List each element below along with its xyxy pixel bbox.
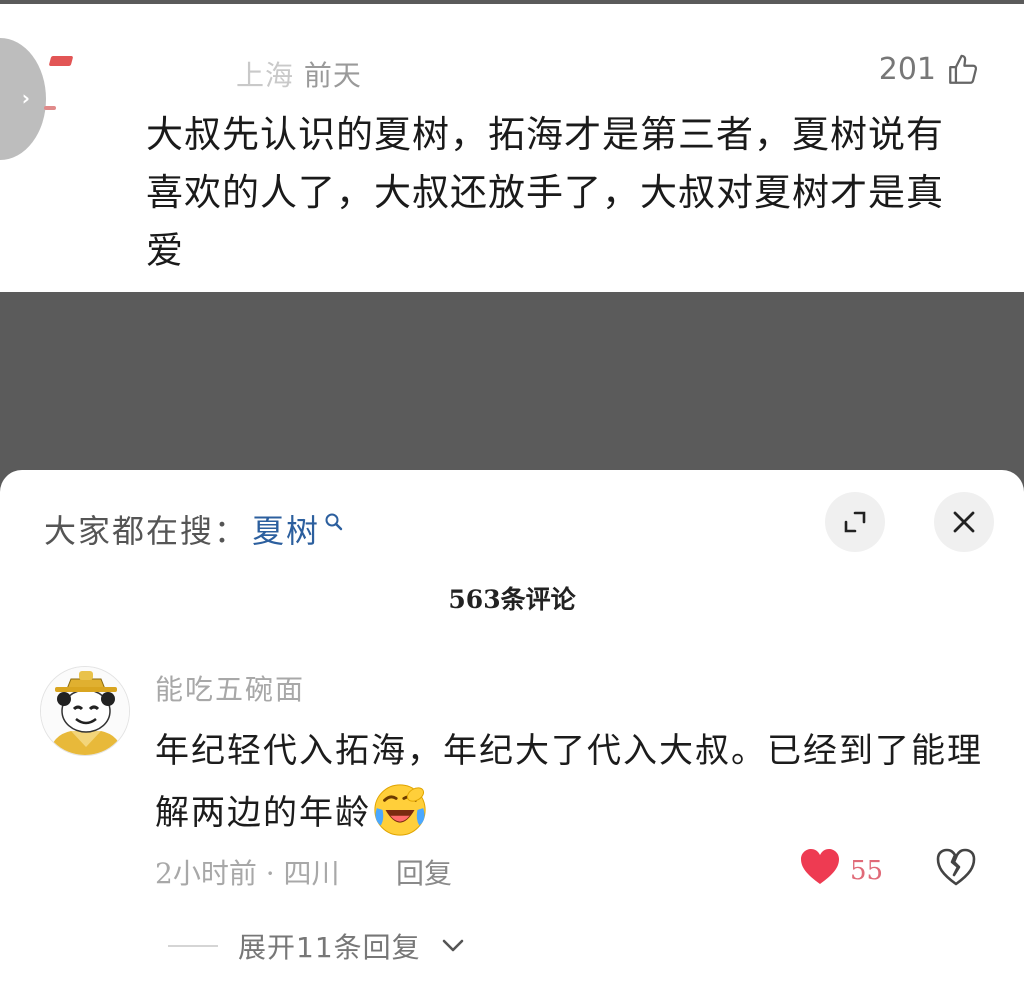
- laughing-crying-emoji-icon: [374, 783, 426, 836]
- search-suggestion-prefix: 大家都在搜：: [44, 512, 249, 550]
- page: › 上海 前天 201 大叔先认识的夏树，拓海才是第三者，夏树说有喜欢的人了，大…: [0, 0, 1024, 1002]
- close-icon: [953, 511, 975, 533]
- side-nav-button[interactable]: ›: [0, 38, 46, 160]
- search-suggestion[interactable]: 大家都在搜： 夏树: [44, 506, 344, 552]
- heart-icon[interactable]: [800, 848, 840, 886]
- quoted-comment-text: 大叔先认识的夏树，拓海才是第三者，夏树说有喜欢的人了，大叔还放手了，大叔对夏树才…: [146, 113, 944, 272]
- search-icon: [325, 513, 343, 531]
- close-button[interactable]: [934, 492, 994, 552]
- quoted-location: 上海: [236, 59, 295, 92]
- chevron-right-icon: ›: [21, 86, 30, 110]
- chevron-down-icon: [442, 939, 463, 952]
- divider: [168, 945, 218, 947]
- quoted-like-button[interactable]: 201: [879, 52, 980, 87]
- avatar-fragment: [48, 56, 74, 66]
- comment-username[interactable]: 能吃五碗面: [155, 668, 305, 708]
- comment-body: 年纪轻代入拓海，年纪大了代入大叔。已经到了能理解两边的年龄: [155, 731, 983, 833]
- reply-button[interactable]: 回复: [396, 852, 452, 892]
- search-suggestion-keyword[interactable]: 夏树: [252, 506, 320, 552]
- expand-icon: [844, 511, 866, 533]
- quoted-comment-meta: 上海 前天: [236, 54, 362, 94]
- thumbs-up-icon: [949, 54, 978, 84]
- panda-meme-avatar-icon: [41, 667, 129, 755]
- broken-heart-icon[interactable]: [936, 848, 976, 886]
- quoted-comment-card: › 上海 前天 201 大叔先认识的夏树，拓海才是第三者，夏树说有喜欢的人了，大…: [0, 4, 1024, 292]
- quoted-like-count: 201: [878, 52, 936, 87]
- comment-count-title: 563条评论: [448, 585, 576, 614]
- comment-meta: 2小时前 · 四川: [155, 857, 340, 890]
- expand-replies[interactable]: 展开11条回复: [168, 926, 465, 966]
- comment-text: 年纪轻代入拓海，年纪大了代入大叔。已经到了能理解两边的年龄: [155, 720, 985, 844]
- comment-like-count: 55: [850, 856, 884, 886]
- expand-fullscreen-button[interactable]: [825, 492, 885, 552]
- avatar-fragment: [44, 106, 56, 110]
- avatar[interactable]: [40, 666, 130, 756]
- comment-sheet: 大家都在搜： 夏树 563条评论 能吃五碗面 年纪轻代入拓海，年纪大了代入大叔。…: [0, 470, 1024, 1002]
- expand-replies-label: 展开11条回复: [238, 931, 421, 964]
- quoted-time: 前天: [303, 59, 362, 92]
